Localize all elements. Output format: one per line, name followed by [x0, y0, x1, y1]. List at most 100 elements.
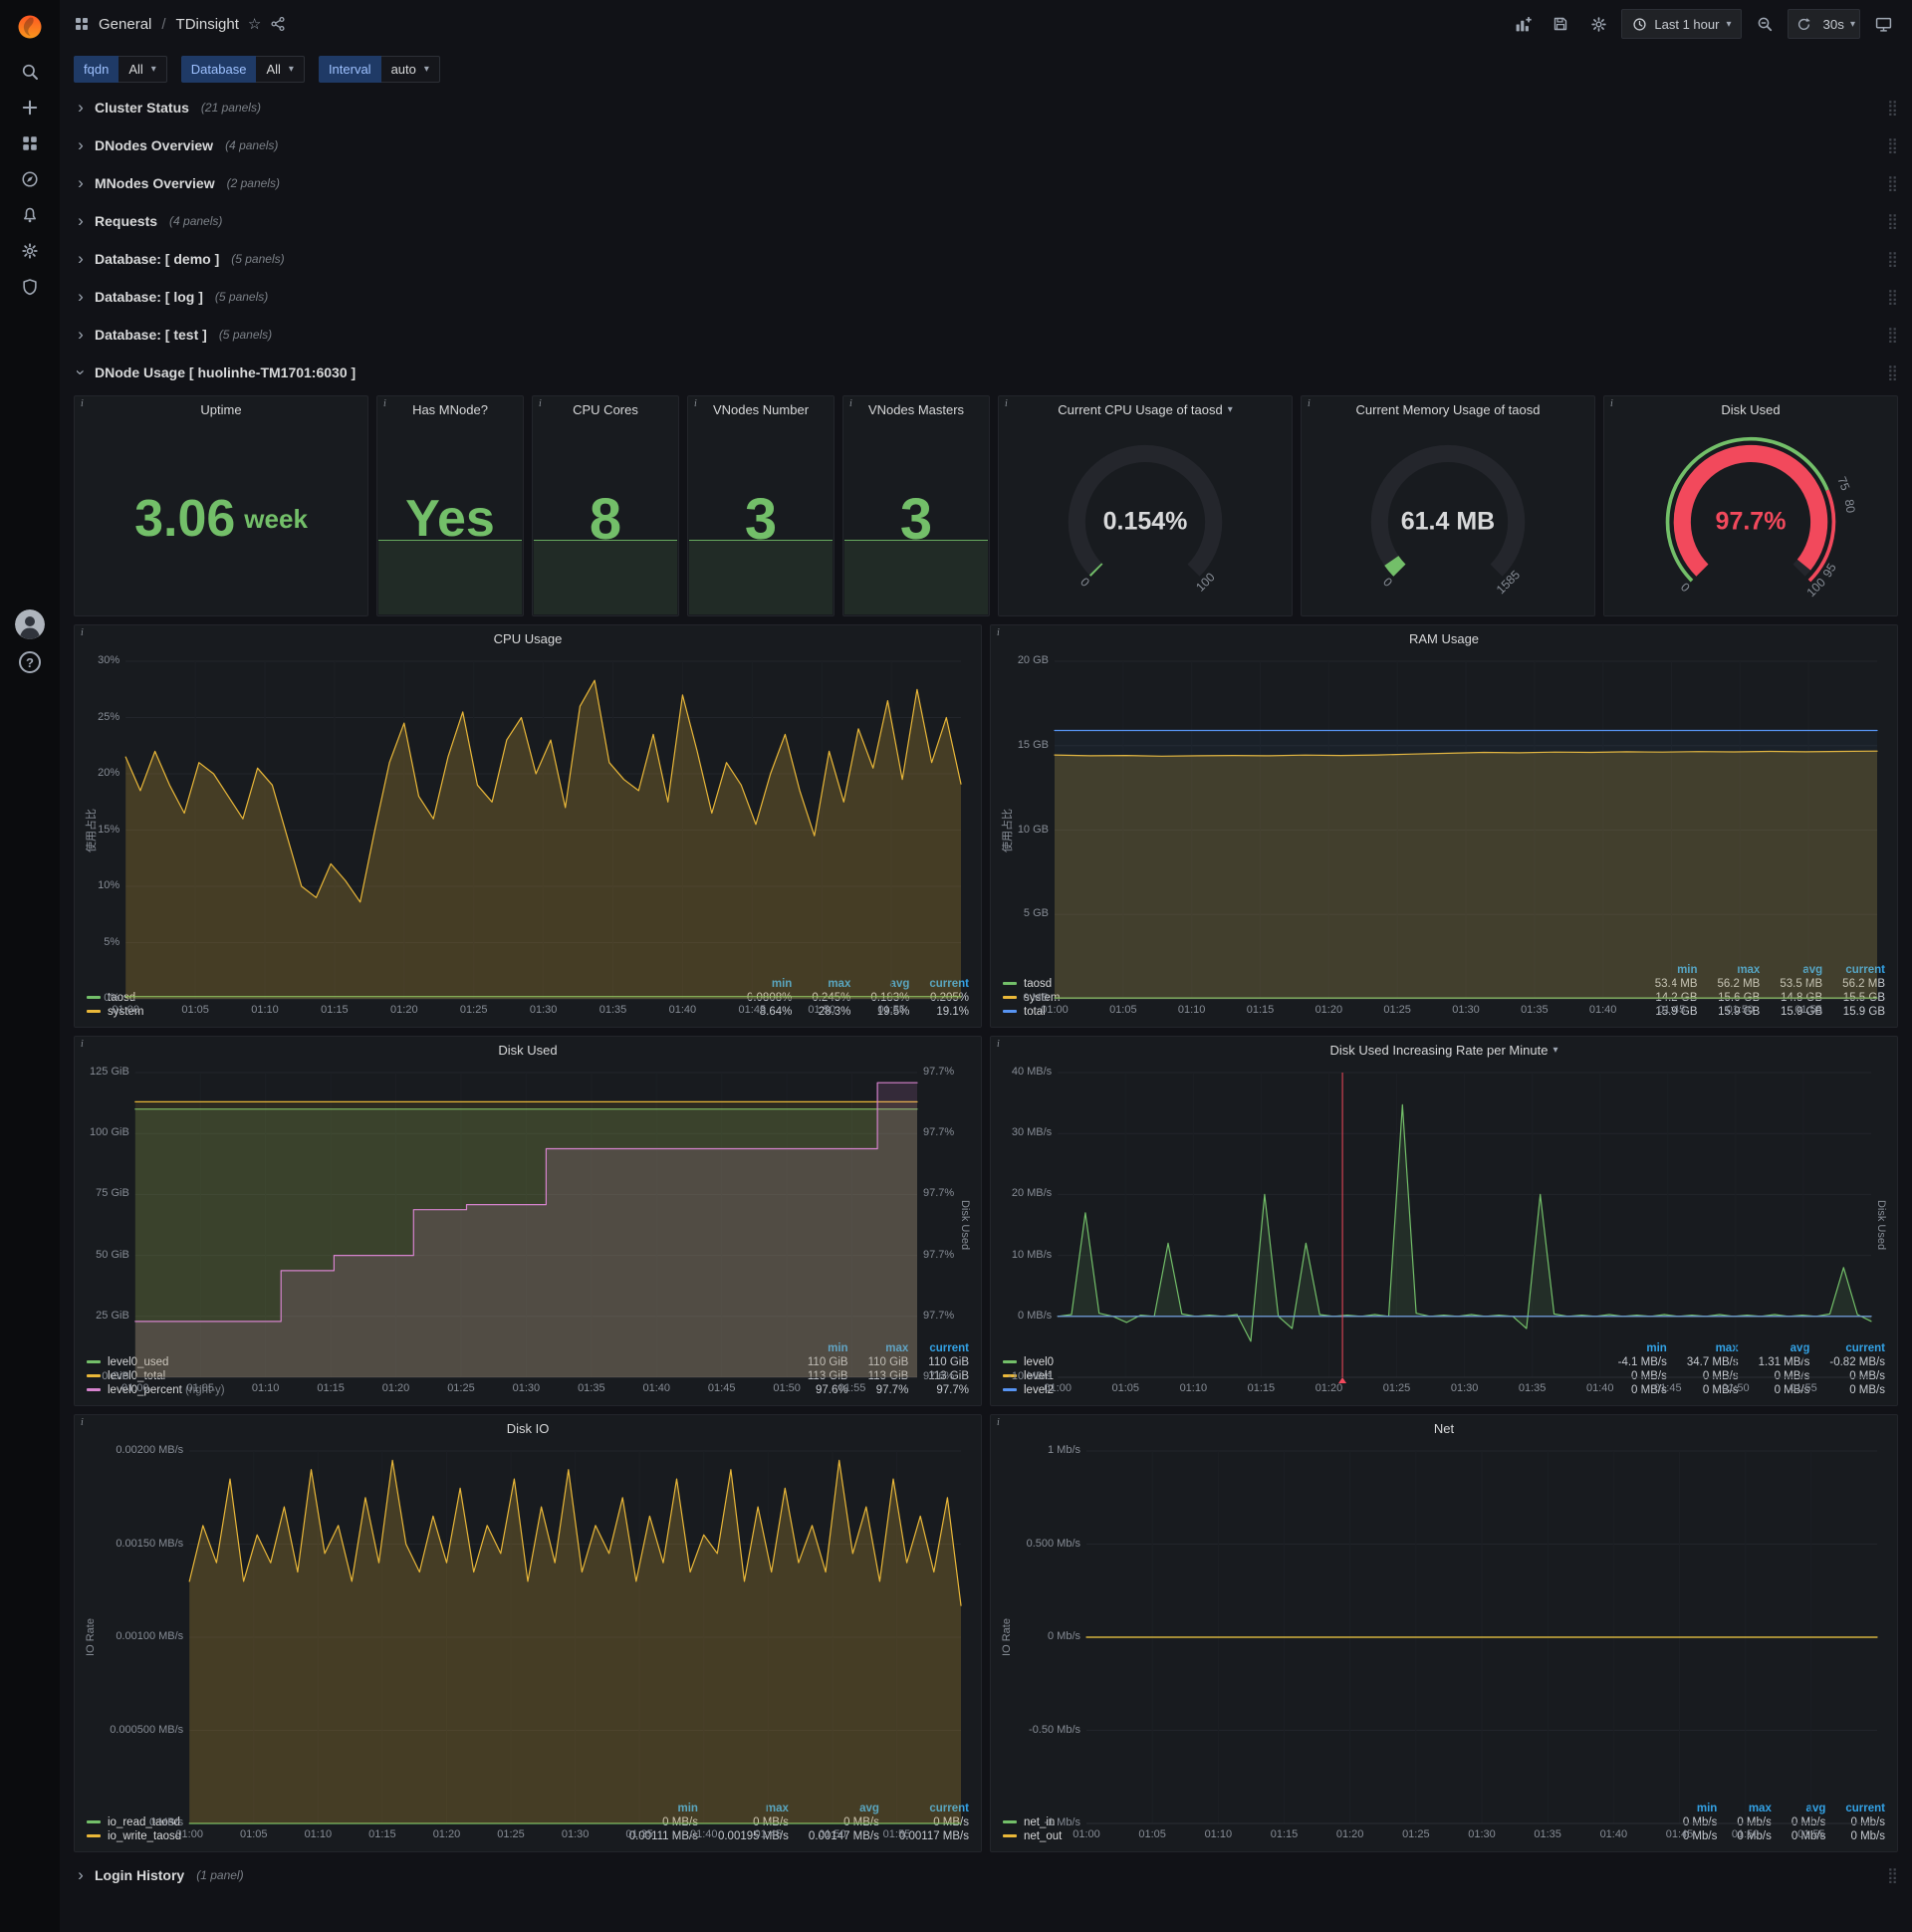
info-icon[interactable]: i: [1005, 398, 1008, 409]
cycle-view-button[interactable]: [1868, 9, 1898, 39]
user-avatar[interactable]: [15, 609, 45, 639]
row-dnode-usage[interactable]: › DNode Usage [ huolinhe-TM1701:6030 ] ⣿: [72, 358, 1898, 387]
chevron-right-icon: ›: [78, 211, 84, 230]
chart-canvas: [124, 660, 962, 1000]
variable-fqdn: fqdn All ▾: [74, 56, 167, 83]
x-axis-tick: 01:00: [1041, 1004, 1069, 1016]
star-icon[interactable]: ☆: [248, 15, 261, 33]
panel-title[interactable]: Disk Used: [1604, 396, 1897, 422]
add-panel-button[interactable]: [1508, 9, 1538, 39]
info-icon[interactable]: i: [383, 398, 386, 409]
x-axis-tick: 01:55: [882, 1828, 911, 1840]
panel-title[interactable]: Current Memory Usage of taosd: [1302, 396, 1594, 422]
info-icon[interactable]: i: [81, 1039, 84, 1050]
variable-database-value[interactable]: All ▾: [256, 56, 305, 83]
time-range-picker[interactable]: Last 1 hour ▾: [1621, 9, 1743, 39]
sidebar-item-dashboards[interactable]: [0, 125, 60, 161]
panel-title[interactable]: Current CPU Usage of taosd ▾: [999, 396, 1292, 422]
info-icon[interactable]: i: [1308, 398, 1311, 409]
sidebar-item-explore[interactable]: [0, 161, 60, 197]
variable-interval-value[interactable]: auto ▾: [380, 56, 440, 83]
row-mnodes-overview[interactable]: › MNodes Overview (2 panels) ⣿: [74, 168, 1898, 198]
x-axis-tick: 01:35: [1521, 1004, 1549, 1016]
x-axis-tick: 01:30: [1452, 1004, 1480, 1016]
info-icon[interactable]: i: [1610, 398, 1613, 409]
x-axis-tick: 01:15: [1247, 1382, 1276, 1394]
row-drag-handle[interactable]: ⣿: [1887, 99, 1898, 117]
sidebar-item-configuration[interactable]: [0, 233, 60, 269]
refresh-button[interactable]: [1789, 10, 1818, 38]
row-database-log[interactable]: › Database: [ log ] (5 panels) ⣿: [74, 282, 1898, 312]
share-icon[interactable]: [270, 16, 286, 32]
panel-title[interactable]: Uptime: [75, 396, 367, 422]
panel-title[interactable]: RAM Usage: [991, 625, 1897, 651]
zoom-out-button[interactable]: [1750, 9, 1780, 39]
sidebar-item-alerting[interactable]: [0, 197, 60, 233]
y-axis-tick: 15 GB: [1017, 738, 1049, 751]
x-axis-tick: 01:00: [112, 1004, 139, 1016]
row-title: Database: [ log ]: [95, 289, 203, 305]
dashboard-settings-button[interactable]: [1583, 9, 1613, 39]
dashboard-grid: › Cluster Status (21 panels) ⣿ › DNodes …: [60, 93, 1912, 1910]
sidebar-item-search[interactable]: [0, 54, 60, 90]
info-icon[interactable]: i: [997, 627, 1000, 638]
sidebar-item-create[interactable]: [0, 90, 60, 125]
info-icon[interactable]: i: [539, 398, 542, 409]
x-axis-tick: 01:45: [1665, 1828, 1694, 1840]
disk-used-gauge: 0 75 80 95 100 97.7%: [1612, 424, 1889, 607]
refresh-interval-dropdown[interactable]: 30s ▾: [1818, 10, 1859, 38]
breadcrumb-section[interactable]: General: [99, 16, 151, 33]
row-database-test[interactable]: › Database: [ test ] (5 panels) ⣿: [74, 320, 1898, 350]
info-icon[interactable]: i: [81, 1417, 84, 1428]
row-drag-handle[interactable]: ⣿: [1887, 326, 1898, 344]
info-icon[interactable]: i: [997, 1417, 1000, 1428]
panel-title[interactable]: VNodes Number: [688, 396, 834, 422]
variable-interval: Interval auto ▾: [318, 56, 440, 83]
x-axis-tick: 01:15: [317, 1382, 345, 1394]
row-drag-handle[interactable]: ⣿: [1887, 363, 1898, 381]
y-axis-tick: 0.000500 MB/s: [110, 1723, 184, 1736]
panel-title[interactable]: Disk Used: [75, 1037, 981, 1063]
row-drag-handle[interactable]: ⣿: [1887, 250, 1898, 268]
row-drag-handle[interactable]: ⣿: [1887, 136, 1898, 154]
row-drag-handle[interactable]: ⣿: [1887, 174, 1898, 192]
row-drag-handle[interactable]: ⣿: [1887, 288, 1898, 306]
row-dnodes-overview[interactable]: › DNodes Overview (4 panels) ⣿: [74, 130, 1898, 160]
panel-title[interactable]: VNodes Masters: [843, 396, 989, 422]
row-database-demo[interactable]: › Database: [ demo ] (5 panels) ⣿: [74, 244, 1898, 274]
row-drag-handle[interactable]: ⣿: [1887, 212, 1898, 230]
x-axis-tick: 01:50: [1726, 1004, 1755, 1016]
info-icon[interactable]: i: [81, 627, 84, 638]
sidebar-item-server-admin[interactable]: [0, 269, 60, 305]
row-drag-handle[interactable]: ⣿: [1887, 1866, 1898, 1884]
page-title[interactable]: TDinsight: [176, 16, 239, 33]
save-dashboard-button[interactable]: [1546, 9, 1575, 39]
panel-title[interactable]: CPU Usage: [75, 625, 981, 651]
info-icon[interactable]: i: [694, 398, 697, 409]
y-axis-tick: 10%: [98, 879, 120, 891]
info-icon[interactable]: i: [997, 1039, 1000, 1050]
disk-used-plot: 125 GiB 97.7% 100 GiB 97.7% 75 GiB 97.7% 50 Gi…: [81, 1065, 975, 1394]
row-cluster-status[interactable]: › Cluster Status (21 panels) ⣿: [74, 93, 1898, 122]
panel-title[interactable]: CPU Cores: [533, 396, 678, 422]
row-title: MNodes Overview: [95, 175, 215, 191]
info-icon[interactable]: i: [849, 398, 852, 409]
info-icon[interactable]: i: [81, 398, 84, 409]
x-axis-tick: 01:10: [1177, 1004, 1206, 1016]
x-axis-tick: 01:50: [773, 1382, 801, 1394]
panel-title[interactable]: Net: [991, 1415, 1897, 1441]
panel-title[interactable]: Disk IO: [75, 1415, 981, 1441]
panel-title[interactable]: Has MNode?: [377, 396, 523, 422]
search-icon: [22, 64, 38, 80]
help-icon[interactable]: ?: [19, 651, 41, 673]
chevron-right-icon: ›: [78, 249, 84, 268]
grafana-app: ? General / TDinsight ☆ Last 1 hour ▾ 30…: [0, 0, 1912, 1932]
grafana-logo[interactable]: [0, 0, 60, 54]
zoom-out-icon: [1759, 17, 1773, 32]
row-panel-count: (2 panels): [226, 176, 280, 190]
row-login-history[interactable]: › Login History (1 panel) ⣿: [74, 1860, 1898, 1890]
variable-fqdn-value[interactable]: All ▾: [119, 56, 167, 83]
panel-title[interactable]: Disk Used Increasing Rate per Minute ▾: [991, 1037, 1897, 1063]
row-requests[interactable]: › Requests (4 panels) ⣿: [74, 206, 1898, 236]
x-axis-tick: 01:30: [512, 1382, 541, 1394]
